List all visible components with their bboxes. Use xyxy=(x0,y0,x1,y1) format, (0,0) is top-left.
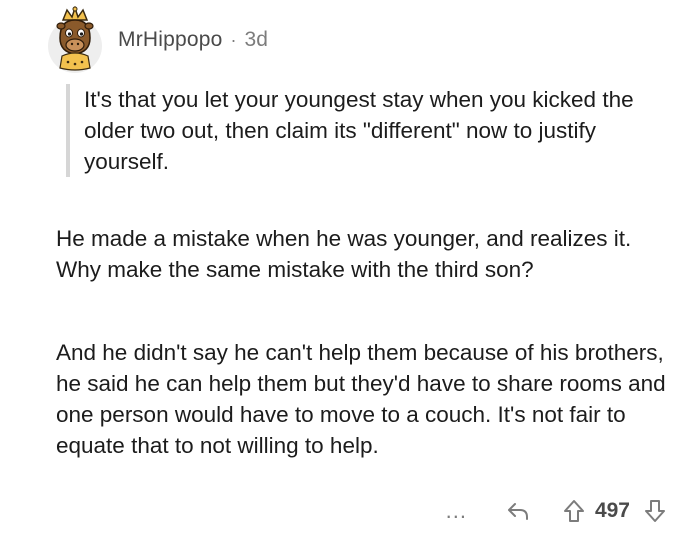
reply-button[interactable] xyxy=(503,496,533,526)
comment-paragraph: And he didn't say he can't help them bec… xyxy=(56,340,666,458)
comment-paragraph: He made a mistake when he was younger, a… xyxy=(56,226,632,282)
vote-score: 497 xyxy=(594,499,630,522)
comment-header: MrHippopo · 3d xyxy=(46,0,268,80)
avatar[interactable] xyxy=(46,5,104,74)
meta-separator: · xyxy=(230,29,237,50)
comment-actions: ... 497 xyxy=(446,494,670,528)
downvote-icon xyxy=(645,500,665,522)
avatar-image xyxy=(48,5,102,73)
comment: MrHippopo · 3d It's that you let your yo… xyxy=(0,0,700,543)
reply-icon xyxy=(507,503,528,520)
upvote-button[interactable] xyxy=(559,496,589,526)
upvote-icon xyxy=(563,500,584,522)
quoted-text: It's that you let your youngest stay whe… xyxy=(66,84,684,177)
downvote-button[interactable] xyxy=(640,496,670,526)
more-options-button[interactable]: ... xyxy=(446,500,467,522)
comment-age[interactable]: 3d xyxy=(245,28,268,52)
author-name[interactable]: MrHippopo xyxy=(118,28,223,52)
